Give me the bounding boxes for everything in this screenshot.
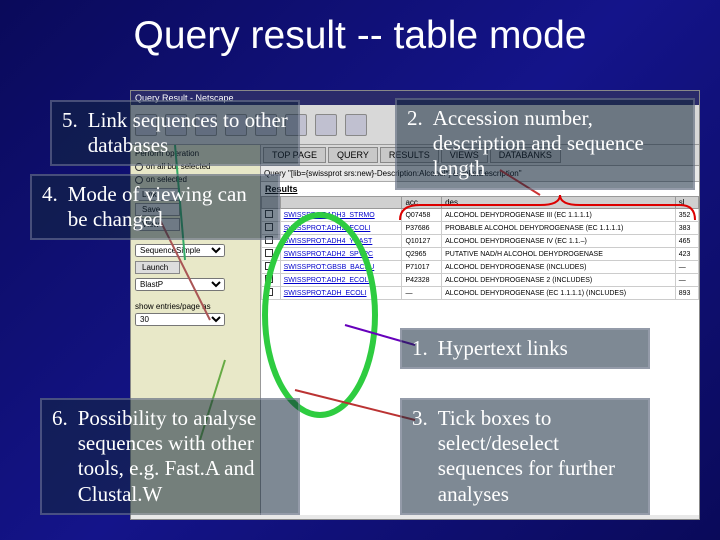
tool-select[interactable]: BlastP [135,278,225,291]
callout-1: 1. Hypertext links [400,328,650,369]
row-acc: Q07458 [402,209,442,222]
table-row: SWISSPROT:ADH2_SPVPCQ2965PUTATIVE NAD/H … [262,248,699,261]
row-des: ALCOHOL DEHYDROGENASE IV (EC 1.1.–) [442,235,676,248]
callout-text: Possibility to analyse sequences with ot… [78,406,288,507]
table-row: SWISSPROT:GBSB_BACSUP71017ALCOHOL DEHYDR… [262,261,699,274]
row-id-link[interactable]: SWISSPROT:ADH3_STRMO [280,209,402,222]
row-sl: 352 [675,209,698,222]
row-id-link[interactable]: SWISSPROT:ADH2_SPVPC [280,248,402,261]
row-checkbox[interactable] [265,275,273,283]
row-checkbox[interactable] [265,249,273,257]
row-acc: P37686 [402,222,442,235]
row-sl: — [675,261,698,274]
security-icon[interactable] [315,114,337,136]
row-des: PUTATIVE NAD/H ALCOHOL DEHYDROGENASE [442,248,676,261]
table-row: SWISSPROT:ADH2_ECOLIP42328ALCOHOL DEHYDR… [262,274,699,287]
row-acc: P71017 [402,261,442,274]
callout-num: 3. [412,406,428,507]
callout-num: 4. [42,182,58,232]
row-des: ALCOHOL DEHYDROGENASE (EC 1.1.1.1) (INCL… [442,287,676,300]
callout-2: 2. Accession number, description and seq… [395,98,695,190]
row-des: ALCOHOL DEHYDROGENASE (INCLUDES) [442,261,676,274]
table-header-row: acc des sl [262,197,699,209]
callout-num: 5. [62,108,78,158]
callout-text: Link sequences to other databases [88,108,288,158]
table-row: SWISSPROT:ADH_ECOLI—ALCOHOL DEHYDROGENAS… [262,287,699,300]
table-row: SWISSPROT:ADH3_STRMOQ07458ALCOHOL DEHYDR… [262,209,699,222]
slide-title: Query result -- table mode [0,0,720,66]
callout-num: 6. [52,406,68,507]
col-des: des [442,197,676,209]
row-des: PROBABLE ALCOHOL DEHYDROGENASE (EC 1.1.1… [442,222,676,235]
row-id-link[interactable]: SWISSPROT:ADH_ECOLI [280,287,402,300]
row-acc: P42328 [402,274,442,287]
show-entries-label: show entries/page as [135,302,256,311]
stop-icon[interactable] [345,114,367,136]
callout-num: 1. [412,336,428,361]
row-id-link[interactable]: SWISSPROT:ADH2_ECOLI [280,274,402,287]
row-sl: — [675,274,698,287]
col-id [280,197,402,209]
row-checkbox[interactable] [265,262,273,270]
callout-3: 3. Tick boxes to select/deselect sequenc… [400,398,650,515]
row-sl: 465 [675,235,698,248]
row-sl: 893 [675,287,698,300]
launch-button[interactable]: Launch [135,261,180,274]
row-sl: 383 [675,222,698,235]
callout-4: 4. Mode of viewing can be changed [30,174,280,240]
row-checkbox[interactable] [265,288,273,296]
row-des: ALCOHOL DEHYDROGENASE III (EC 1.1.1.1) [442,209,676,222]
tab-query[interactable]: QUERY [328,147,378,163]
per-page-select[interactable]: 30 [135,313,225,326]
col-sl: sl [675,197,698,209]
callout-6: 6. Possibility to analyse sequences with… [40,398,300,515]
results-table: acc des sl SWISSPROT:ADH3_STRMOQ07458ALC… [261,196,699,300]
table-row: SWISSPROT:ADH2_ECOLIP37686PROBABLE ALCOH… [262,222,699,235]
table-row: SWISSPROT:ADH4_YEASTQ10127ALCOHOL DEHYDR… [262,235,699,248]
col-acc: acc [402,197,442,209]
row-id-link[interactable]: SWISSPROT:ADH4_YEAST [280,235,402,248]
row-acc: Q10127 [402,235,442,248]
callout-num: 2. [407,106,423,182]
callout-text: Accession number, description and sequen… [433,106,683,182]
callout-text: Tick boxes to select/deselect sequences … [438,406,638,507]
row-sl: 423 [675,248,698,261]
callout-text: Hypertext links [438,336,568,361]
row-acc: — [402,287,442,300]
view-mode-select[interactable]: SequenceSimple [135,244,225,257]
callout-text: Mode of viewing can be changed [68,182,268,232]
row-des: ALCOHOL DEHYDROGENASE 2 (INCLUDES) [442,274,676,287]
row-id-link[interactable]: SWISSPROT:ADH2_ECOLI [280,222,402,235]
row-acc: Q2965 [402,248,442,261]
callout-5: 5. Link sequences to other databases [50,100,300,166]
row-id-link[interactable]: SWISSPROT:GBSB_BACSU [280,261,402,274]
